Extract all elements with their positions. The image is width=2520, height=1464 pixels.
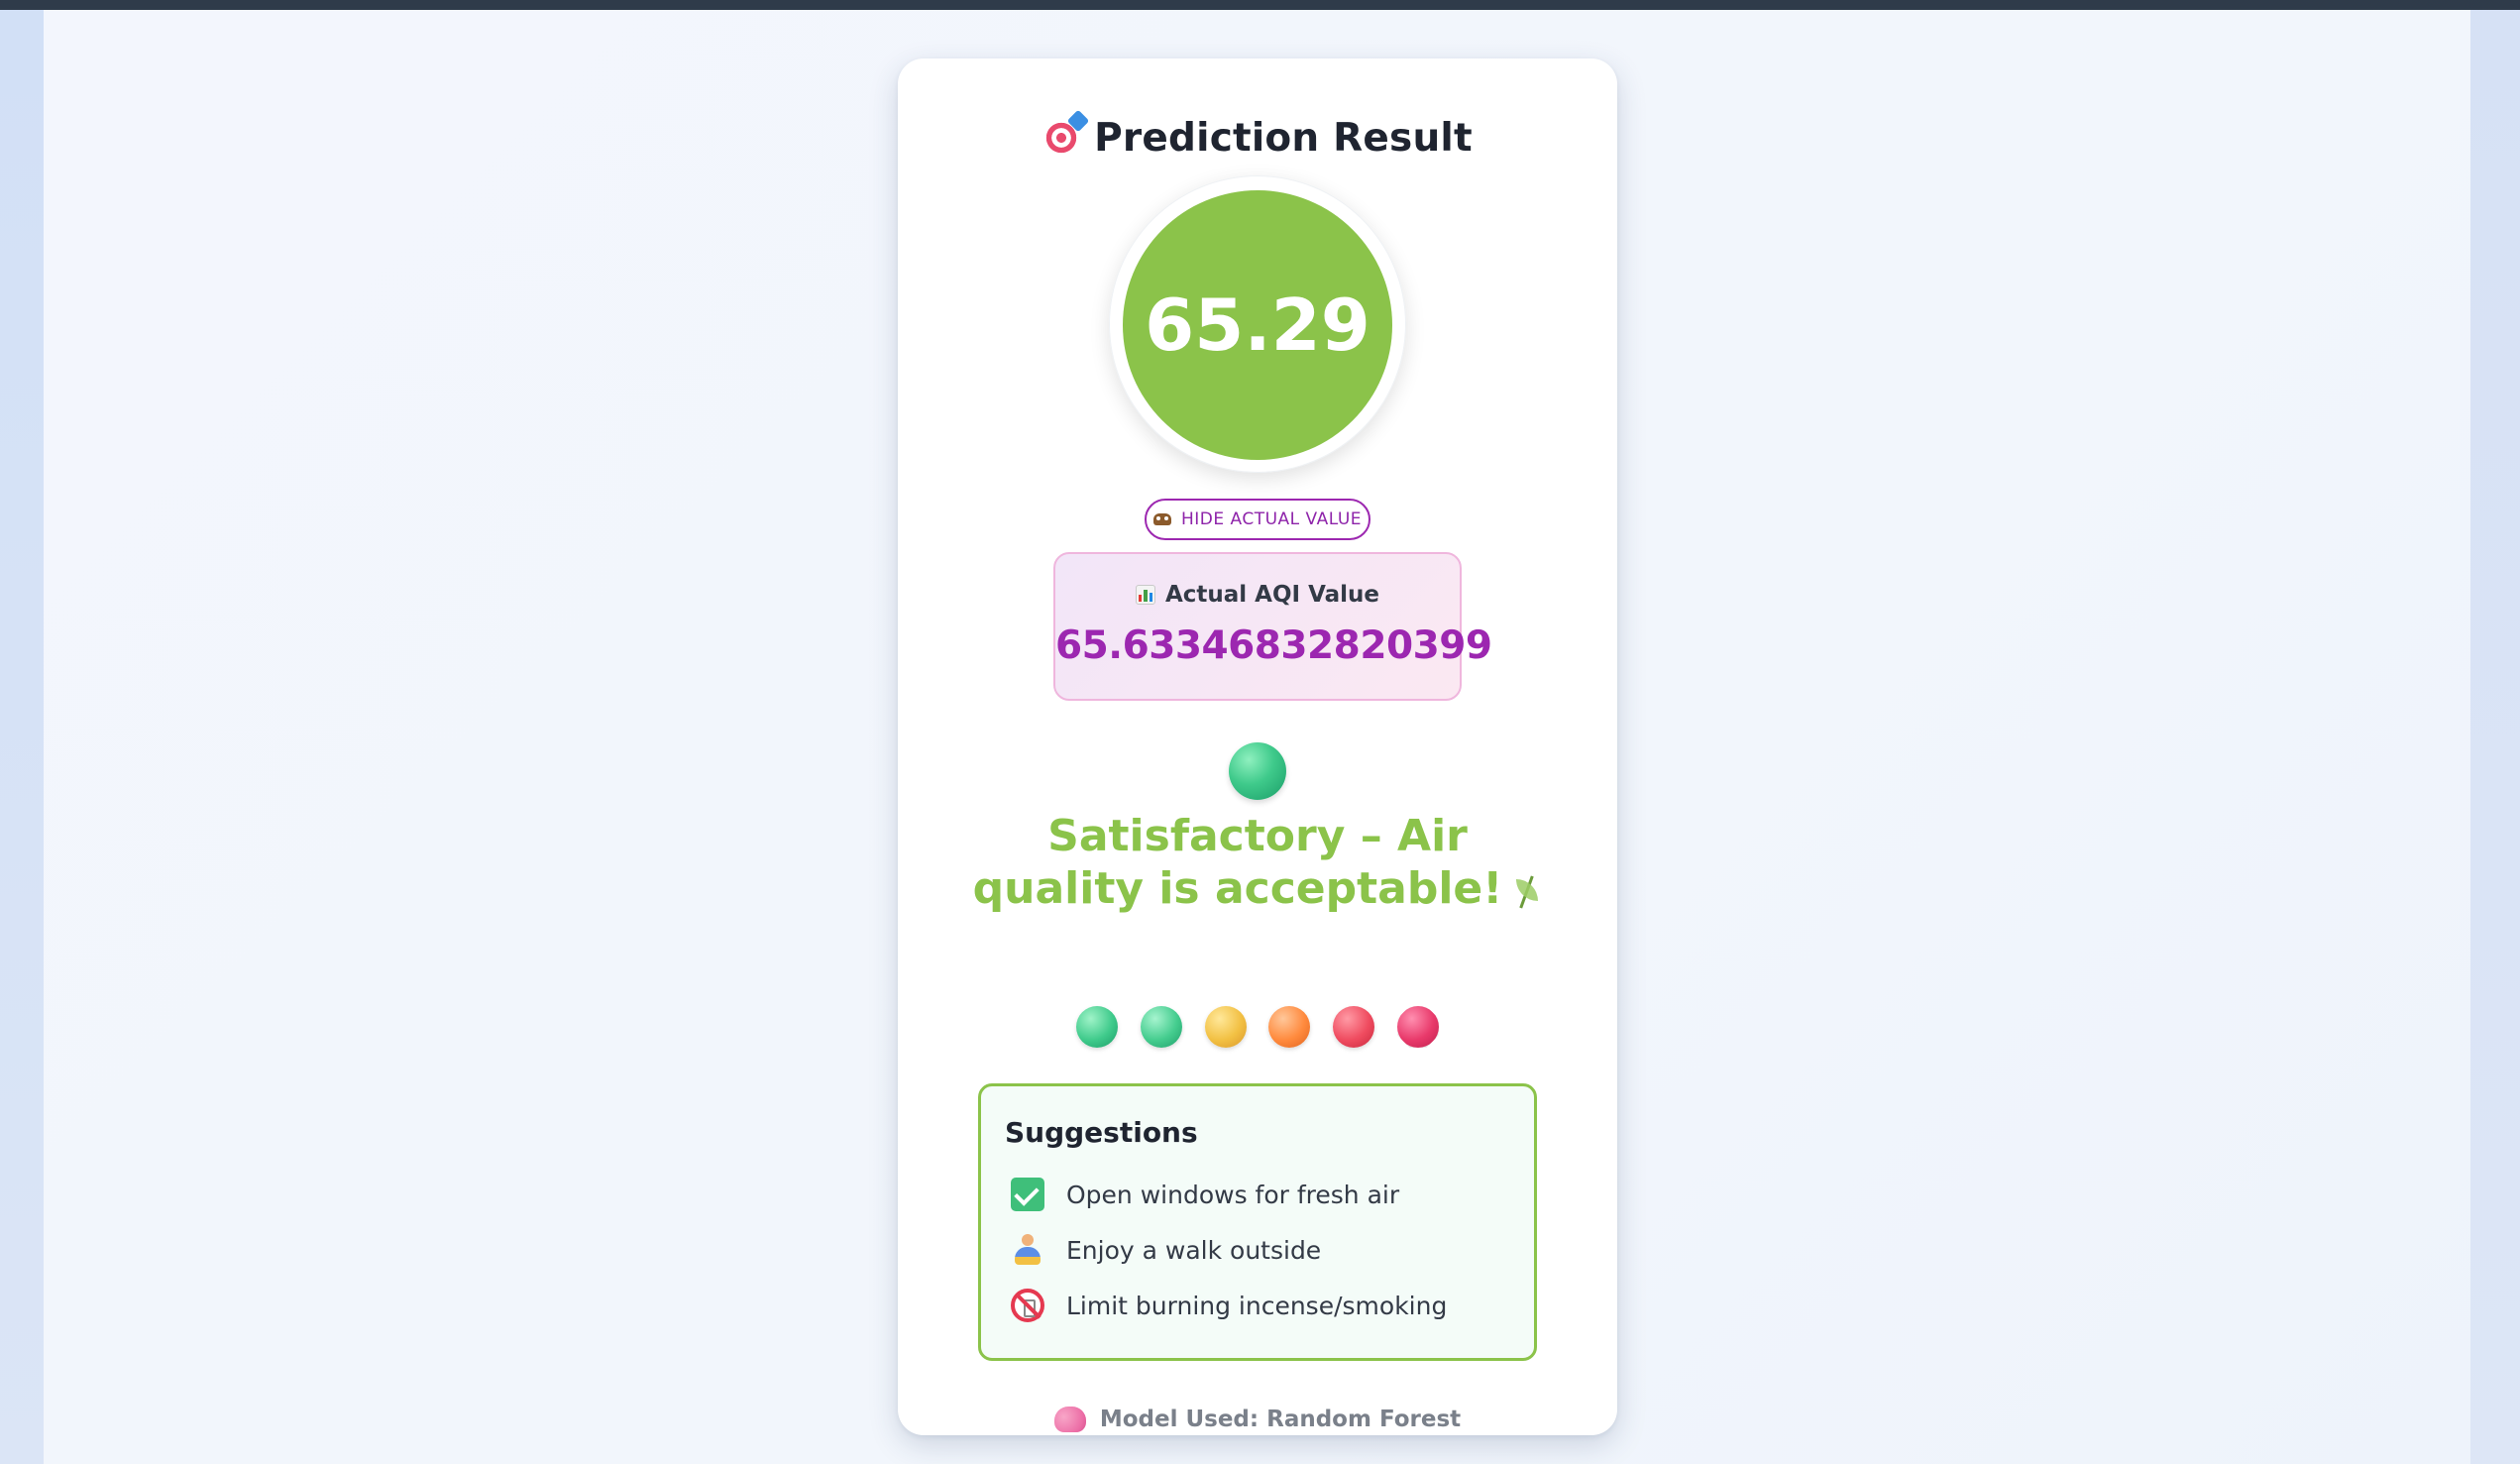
status-orb-icon	[1229, 742, 1286, 800]
right-side-panel	[2470, 10, 2520, 1464]
prediction-result-card: Prediction Result 65.29 HIDE ACTUAL VALU…	[898, 58, 1617, 1435]
yellow-orb-icon	[1204, 1006, 1247, 1048]
hide-actual-value-button[interactable]: HIDE ACTUAL VALUE	[1145, 499, 1370, 540]
no-smoking-icon	[1011, 1289, 1044, 1322]
chart-icon	[1135, 585, 1155, 605]
predicted-aqi-value: 65.29	[1145, 283, 1370, 367]
model-used-text: Model Used: Random Forest	[1099, 1407, 1462, 1432]
model-info: Model Used: Random Forest	[898, 1402, 1617, 1437]
prediction-circle: 65.29	[1123, 190, 1392, 460]
green-orb-icon	[1140, 1006, 1182, 1048]
card-header: Prediction Result	[898, 106, 1617, 169]
suggestion-text: Enjoy a walk outside	[1066, 1235, 1322, 1265]
orange-orb-icon	[1268, 1006, 1311, 1048]
suggestion-item: Open windows for fresh air	[1011, 1175, 1399, 1214]
red-orb-icon	[1333, 1006, 1375, 1048]
window-top-bar	[0, 0, 2520, 10]
stop-sign-icon	[1396, 1006, 1439, 1048]
brain-icon	[1053, 1407, 1086, 1432]
actual-aqi-header: Actual AQI Value	[1055, 582, 1460, 608]
suggestion-text: Limit burning incense/smoking	[1066, 1291, 1448, 1320]
walking-person-icon	[1011, 1233, 1044, 1267]
card-title: Prediction Result	[1094, 115, 1473, 161]
green-orb-icon	[1076, 1006, 1118, 1048]
aqi-scale-indicators	[1076, 1004, 1439, 1050]
check-icon	[1011, 1178, 1044, 1211]
suggestion-item: Enjoy a walk outside	[1011, 1230, 1321, 1270]
hide-actual-value-label: HIDE ACTUAL VALUE	[1180, 509, 1363, 529]
target-icon	[1042, 119, 1081, 157]
actual-aqi-value: 65.63346832820399	[1055, 623, 1492, 668]
actual-aqi-box: Actual AQI Value 65.63346832820399	[1053, 552, 1492, 701]
actual-aqi-label: Actual AQI Value	[1164, 582, 1380, 608]
suggestion-item: Limit burning incense/smoking	[1011, 1286, 1447, 1325]
suggestion-text: Open windows for fresh air	[1066, 1180, 1400, 1209]
suggestions-panel: Suggestions Open windows for fresh air E…	[978, 1083, 1537, 1361]
aqi-status-text: Satisfactory – Air quality is acceptable…	[972, 811, 1503, 914]
left-side-panel	[0, 10, 44, 1464]
aqi-status-message: Satisfactory – Air quality is acceptable…	[957, 810, 1558, 915]
suggestions-title: Suggestions	[1005, 1116, 1198, 1149]
leaf-icon	[1512, 873, 1542, 909]
mask-icon	[1152, 513, 1171, 525]
